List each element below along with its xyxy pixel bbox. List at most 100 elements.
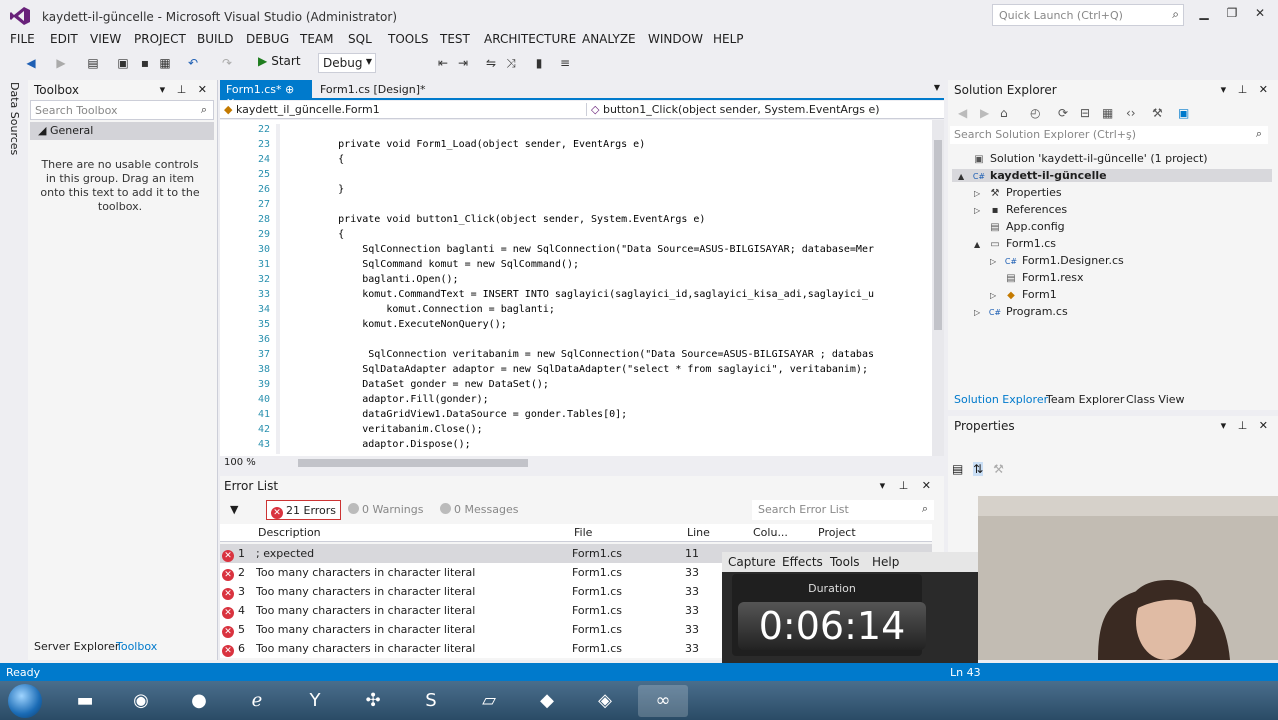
back-icon[interactable]: ◀: [958, 106, 967, 120]
member-dropdown[interactable]: ◇ button1_Click(object sender, System.Ev…: [586, 103, 936, 116]
new-project-icon[interactable]: ▤: [84, 54, 102, 72]
code-line[interactable]: 35 komut.ExecuteNonQuery();: [220, 319, 932, 334]
step-into-icon[interactable]: ⇤: [434, 54, 452, 72]
menu-analyze[interactable]: ANALYZE: [582, 32, 636, 46]
alphabetical-icon[interactable]: ⇅: [973, 462, 984, 476]
menu-view[interactable]: VIEW: [90, 32, 121, 46]
tree-item[interactable]: ▲ ▭ Form1.cs: [974, 237, 1056, 250]
editor-horizontal-scrollbar[interactable]: 100 %: [220, 456, 944, 470]
column-line[interactable]: Line: [687, 526, 710, 539]
menu-project[interactable]: PROJECT: [134, 32, 186, 46]
code-line[interactable]: 29 {: [220, 229, 932, 244]
zoom-level[interactable]: 100 %: [224, 457, 256, 468]
tab-dropdown-icon[interactable]: ▼: [934, 83, 940, 92]
maximize-button[interactable]: ❐: [1220, 6, 1244, 20]
tree-item[interactable]: ▷ ◆ Form1: [990, 288, 1057, 301]
column-column[interactable]: Colu...: [753, 526, 788, 539]
tree-item[interactable]: ▲ C# kaydett-il-güncelle: [952, 169, 1272, 182]
code-line[interactable]: 41 dataGridView1.DataSource = gonder.Tab…: [220, 409, 932, 424]
tree-item[interactable]: ▣ Solution 'kaydett-il-güncelle' (1 proje…: [958, 152, 1207, 165]
quick-launch-input[interactable]: Quick Launch (Ctrl+Q) ⌕: [992, 4, 1184, 26]
internet-explorer-icon[interactable]: ℯ: [232, 685, 282, 717]
media-player-icon[interactable]: ◉: [116, 685, 166, 717]
column-project[interactable]: Project: [818, 526, 856, 539]
minimize-button[interactable]: ▁: [1192, 6, 1216, 20]
redo-icon[interactable]: ↷: [218, 54, 236, 72]
recorder-menu-effects[interactable]: Effects: [782, 555, 823, 569]
code-line[interactable]: 34 komut.Connection = baglanti;: [220, 304, 932, 319]
recorder-menu-capture[interactable]: Capture: [728, 555, 776, 569]
menu-file[interactable]: FILE: [10, 32, 35, 46]
warnings-filter-button[interactable]: 0 Warnings: [344, 500, 427, 520]
expand-arrow-icon[interactable]: ▷: [974, 206, 988, 215]
code-line[interactable]: 23 private void Form1_Load(object sender…: [220, 139, 932, 154]
toolbox-search-input[interactable]: Search Toolbox ⌕: [30, 100, 214, 120]
tree-item[interactable]: ▷ C# Form1.Designer.cs: [990, 254, 1124, 267]
filter-icon[interactable]: ▼: [230, 503, 238, 516]
errors-filter-button[interactable]: ✕ 21 Errors: [266, 500, 342, 520]
column-description[interactable]: Description: [258, 526, 321, 539]
code-line[interactable]: 25: [220, 169, 932, 184]
forward-icon[interactable]: ▶: [52, 54, 70, 72]
bookmark-icon[interactable]: ▮: [530, 54, 548, 72]
menu-debug[interactable]: DEBUG: [246, 32, 289, 46]
refresh-icon[interactable]: ⟳: [1058, 106, 1068, 120]
file-explorer-icon[interactable]: ▬: [60, 685, 110, 717]
visual-studio-taskbar-icon[interactable]: ∞: [638, 685, 688, 717]
horizontal-scroll-thumb[interactable]: [298, 459, 528, 467]
pane-controls[interactable]: ▾ ⊥ ✕: [1221, 83, 1272, 96]
control-panel-icon[interactable]: ✣: [348, 685, 398, 717]
expand-arrow-icon[interactable]: ▷: [974, 308, 988, 317]
property-pages-icon[interactable]: ⚒: [993, 462, 1004, 476]
expand-arrow-icon[interactable]: ▲: [958, 172, 972, 181]
step-over-icon[interactable]: ⇥: [454, 54, 472, 72]
yandex-icon[interactable]: Y: [290, 685, 340, 717]
menu-window[interactable]: WINDOW: [648, 32, 703, 46]
code-line[interactable]: 42 veritabanim.Close();: [220, 424, 932, 439]
pane-controls[interactable]: ▾ ⊥ ✕: [880, 479, 936, 492]
recorder-menu-help[interactable]: Help: [872, 555, 899, 569]
code-line[interactable]: 33 komut.CommandText = INSERT INTO sagla…: [220, 289, 932, 304]
menu-tools[interactable]: TOOLS: [388, 32, 429, 46]
close-button[interactable]: ✕: [1248, 6, 1272, 20]
code-line[interactable]: 31 SqlCommand komut = new SqlCommand();: [220, 259, 932, 274]
error-list-search-input[interactable]: Search Error List ⌕: [752, 500, 934, 520]
code-line[interactable]: 28 private void button1_Click(object sen…: [220, 214, 932, 229]
solution-explorer-search-input[interactable]: Search Solution Explorer (Ctrl+ş) ⌕: [950, 126, 1268, 144]
code-editor[interactable]: 22 23 private void Form1_Load(object send…: [220, 120, 932, 456]
start-button-icon[interactable]: [8, 684, 42, 718]
tree-item[interactable]: ▷ ⚒ Properties: [974, 186, 1062, 199]
tab-team-explorer[interactable]: Team Explorer: [1046, 393, 1124, 406]
start-button[interactable]: ▶ Start: [258, 54, 301, 68]
back-icon[interactable]: ◀: [22, 54, 40, 72]
tab-form1-cs[interactable]: Form1.cs* ⊕ ✕: [220, 80, 312, 109]
show-all-files-icon[interactable]: ▦: [1102, 106, 1113, 120]
tab-solution-explorer[interactable]: Solution Explorer: [954, 393, 1048, 406]
pane-controls[interactable]: ▾ ⊥ ✕: [1221, 419, 1272, 432]
code-line[interactable]: 26 }: [220, 184, 932, 199]
tab-form1-design[interactable]: Form1.cs [Design]*: [314, 80, 432, 100]
menu-edit[interactable]: EDIT: [50, 32, 78, 46]
code-line[interactable]: 27: [220, 199, 932, 214]
code-line[interactable]: 40 adaptor.Fill(gonder);: [220, 394, 932, 409]
open-file-icon[interactable]: ▣: [114, 54, 132, 72]
expand-arrow-icon[interactable]: ▷: [990, 291, 1004, 300]
view-code-icon[interactable]: ‹›: [1126, 106, 1136, 120]
menu-build[interactable]: BUILD: [197, 32, 233, 46]
recorder-app-icon[interactable]: ◆: [522, 685, 572, 717]
code-line[interactable]: 32 baglanti.Open();: [220, 274, 932, 289]
messages-filter-button[interactable]: 0 Messages: [436, 500, 522, 520]
bookmark-clear-icon[interactable]: ⤨: [502, 54, 520, 72]
tab-toolbox[interactable]: Toolbox: [116, 640, 157, 653]
menu-help[interactable]: HELP: [713, 32, 744, 46]
tree-item[interactable]: ▤ App.config: [974, 220, 1064, 233]
toolbox-group-general[interactable]: ◢ General: [30, 122, 214, 140]
menu-architecture[interactable]: ARCHITECTURE: [484, 32, 576, 46]
recorder-menu-tools[interactable]: Tools: [830, 555, 860, 569]
scroll-thumb[interactable]: [934, 140, 942, 330]
menu-sql[interactable]: SQL: [348, 32, 372, 46]
undo-icon[interactable]: ↶: [184, 54, 202, 72]
code-line[interactable]: 43 adaptor.Dispose();: [220, 439, 932, 454]
expand-arrow-icon[interactable]: ▷: [990, 257, 1004, 266]
categorized-icon[interactable]: ▤: [952, 462, 963, 476]
